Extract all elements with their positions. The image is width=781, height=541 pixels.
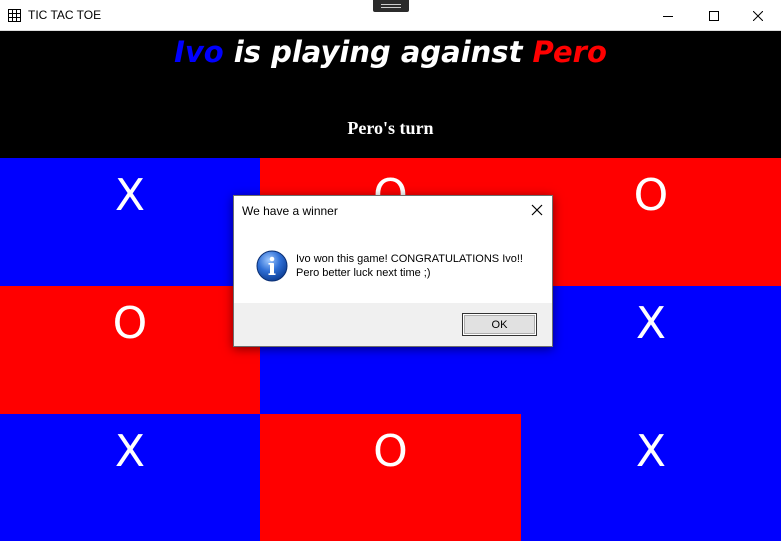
window-title: TIC TAC TOE <box>28 8 102 22</box>
dialog-footer: OK <box>234 303 552 346</box>
minimize-icon <box>663 15 673 17</box>
matchup-heading: Ivo is playing against Pero <box>0 35 781 69</box>
board-cell-3[interactable]: O <box>521 158 781 286</box>
maximize-icon <box>709 10 719 21</box>
turn-indicator: Pero's turn <box>347 118 434 138</box>
board-cell-6[interactable]: X <box>521 286 781 414</box>
close-icon <box>753 10 763 21</box>
close-button[interactable] <box>735 0 781 31</box>
dialog-message-line1: Ivo won this game! CONGRATULATIONS Ivo!! <box>296 253 523 265</box>
grid-icon <box>8 9 21 22</box>
player1-name: Ivo <box>174 35 224 69</box>
matchup-text: is playing against <box>223 35 533 69</box>
dialog-message-line2: Pero better luck next time ;) <box>296 267 431 279</box>
title-bar: TIC TAC TOE <box>0 0 781 31</box>
board-cell-9[interactable]: X <box>521 414 781 541</box>
ok-button[interactable]: OK <box>462 313 537 336</box>
board-cell-1[interactable]: X <box>0 158 260 286</box>
dialog-message: Ivo won this game! CONGRATULATIONS Ivo!!… <box>296 252 523 280</box>
board-cell-7[interactable]: X <box>0 414 260 541</box>
dialog-title: We have a winner <box>242 204 338 218</box>
player2-name: Pero <box>532 35 607 69</box>
winner-dialog: We have a winner Ivo won this game! CONG… <box>233 195 553 347</box>
drag-handle[interactable] <box>373 0 409 12</box>
minimize-button[interactable] <box>645 0 691 31</box>
close-icon[interactable] <box>530 203 544 217</box>
board-cell-8[interactable]: O <box>260 414 521 541</box>
board-cell-4[interactable]: O <box>0 286 260 414</box>
game-header: Ivo is playing against Pero Pero's turn <box>0 31 781 158</box>
info-icon <box>256 250 288 282</box>
maximize-button[interactable] <box>691 0 737 31</box>
